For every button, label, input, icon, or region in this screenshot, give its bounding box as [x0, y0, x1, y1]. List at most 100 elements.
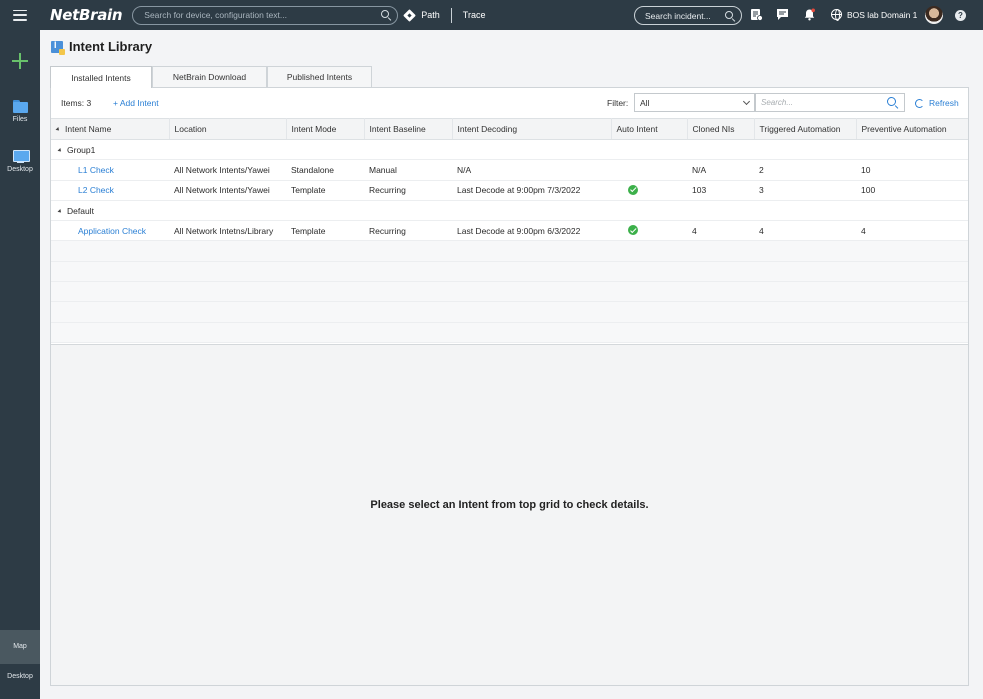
- intent-name-link[interactable]: Application Check: [51, 220, 169, 242]
- domain-label: BOS lab Domain 1: [847, 9, 918, 20]
- baseline-cell: Recurring: [364, 180, 452, 201]
- desktop-monitor-icon: [12, 150, 30, 163]
- sidebar-item-files[interactable]: Files: [0, 100, 40, 123]
- decoding-cell: Last Decode at 9:00pm 7/3/2022: [452, 180, 611, 201]
- sidebar-item-map[interactable]: Map: [0, 630, 40, 664]
- path-button[interactable]: Path: [403, 8, 440, 22]
- column-header-cloned-nis[interactable]: Cloned NIs: [687, 118, 755, 140]
- intent-name-link[interactable]: L1 Check: [51, 159, 169, 181]
- filter-label: Filter:: [607, 98, 629, 108]
- decoding-cell: Last Decode at 9:00pm 6/3/2022: [452, 220, 611, 242]
- user-avatar[interactable]: [925, 6, 943, 24]
- folder-icon: [12, 100, 28, 113]
- grid-search-input[interactable]: Search...: [755, 93, 905, 112]
- help-icon[interactable]: ?: [955, 10, 966, 21]
- location-cell: All Network Intents/Yawei: [169, 159, 286, 181]
- sidebar-item-bottom-desktop[interactable]: Desktop: [0, 670, 40, 699]
- incident-search-placeholder: Search incident...: [645, 10, 711, 21]
- items-count: Items: 3: [61, 98, 92, 108]
- location-cell: All Network Intents/Yawei: [169, 180, 286, 201]
- add-plus-icon[interactable]: [12, 53, 28, 69]
- tab-published-intents[interactable]: Published Intents: [267, 66, 372, 87]
- cloned-cell: 4: [687, 220, 754, 242]
- search-icon[interactable]: [381, 10, 391, 20]
- domain-selector[interactable]: BOS lab Domain 1: [831, 9, 918, 21]
- hamburger-menu-icon[interactable]: [0, 0, 40, 30]
- preventive-cell: 4: [856, 220, 968, 242]
- location-cell: All Network Intetns/Library: [169, 220, 286, 242]
- search-icon[interactable]: [887, 97, 899, 109]
- column-header-triggered-automation[interactable]: Triggered Automation: [754, 118, 857, 140]
- refresh-label: Refresh: [929, 98, 959, 108]
- trace-button[interactable]: Trace: [463, 10, 486, 20]
- left-sidebar: Files Desktop Map Desktop: [0, 30, 40, 699]
- empty-row: [51, 322, 968, 343]
- group-row-default[interactable]: Default: [51, 200, 968, 222]
- sidebar-item-label: Desktop: [7, 166, 33, 173]
- tab-netbrain-download[interactable]: NetBrain Download: [152, 66, 267, 87]
- sidebar-item-desktop[interactable]: Desktop: [0, 150, 40, 173]
- intent-name-link[interactable]: L2 Check: [51, 180, 169, 201]
- refresh-icon: [915, 98, 924, 108]
- preventive-cell: 100: [856, 180, 968, 201]
- globe-icon: [831, 9, 842, 21]
- group-label: Group1: [67, 144, 96, 155]
- intent-library-icon: [51, 40, 65, 55]
- column-header-location[interactable]: Location: [169, 118, 287, 140]
- grid-toolbar: Items: 3 + Add Intent Filter: All Search…: [51, 88, 968, 118]
- toolbar-divider: [450, 7, 452, 23]
- empty-row: [51, 301, 968, 323]
- preventive-cell: 10: [856, 159, 968, 181]
- decoding-cell: N/A: [452, 159, 611, 181]
- group-label: Default: [67, 205, 94, 216]
- grid-header-row: Intent Name Location Intent Mode Intent …: [51, 118, 968, 140]
- check-circle-icon: [628, 225, 638, 236]
- baseline-cell: Manual: [364, 159, 452, 181]
- table-row[interactable]: Application Check All Network Intetns/Li…: [51, 220, 968, 242]
- tab-bar: Installed Intents NetBrain Download Publ…: [50, 66, 372, 88]
- auto-intent-cell: [611, 220, 687, 242]
- empty-row: [51, 240, 968, 262]
- column-header-intent-baseline[interactable]: Intent Baseline: [364, 118, 453, 140]
- cloned-cell: 103: [687, 180, 754, 201]
- collapse-triangle-icon[interactable]: [57, 208, 63, 214]
- triggered-cell: 3: [754, 180, 856, 201]
- page-title: Intent Library: [69, 39, 153, 54]
- collapse-triangle-icon[interactable]: [57, 147, 63, 153]
- cloned-cell: N/A: [687, 159, 754, 181]
- triggered-cell: 2: [754, 159, 856, 181]
- column-header-auto-intent[interactable]: Auto Intent: [611, 118, 688, 140]
- table-row[interactable]: L2 Check All Network Intents/Yawei Templ…: [51, 180, 968, 201]
- chevron-down-icon: [742, 97, 751, 106]
- notification-bell-icon[interactable]: [803, 8, 816, 21]
- column-header-intent-mode[interactable]: Intent Mode: [286, 118, 365, 140]
- auto-intent-cell: [611, 180, 687, 201]
- column-header-preventive-automation[interactable]: Preventive Automation: [856, 118, 968, 140]
- runbook-icon[interactable]: [750, 8, 763, 21]
- check-circle-icon: [628, 184, 638, 195]
- column-header-intent-decoding[interactable]: Intent Decoding: [452, 118, 612, 140]
- filter-select[interactable]: All: [634, 93, 755, 112]
- incident-search-icon[interactable]: [725, 10, 735, 21]
- message-icon[interactable]: [776, 8, 789, 21]
- detail-empty-message: Please select an Intent from top grid to…: [370, 499, 649, 511]
- grid-search-placeholder: Search...: [761, 98, 794, 107]
- netbrain-logo[interactable]: NetBrain: [50, 6, 123, 24]
- incident-search-input[interactable]: Search incident...: [634, 6, 742, 25]
- page-header: Intent Library: [51, 39, 153, 55]
- intent-grid: Intent Name Location Intent Mode Intent …: [51, 118, 968, 343]
- sidebar-item-label: Files: [12, 116, 28, 123]
- group-row-group1[interactable]: Group1: [51, 139, 968, 161]
- table-row[interactable]: L1 Check All Network Intents/Yawei Stand…: [51, 159, 968, 181]
- column-header-intent-name[interactable]: Intent Name: [51, 118, 170, 140]
- global-search-input[interactable]: Search for device, configuration text...: [132, 5, 399, 25]
- add-intent-button[interactable]: + Add Intent: [113, 98, 159, 108]
- path-label: Path: [421, 10, 440, 20]
- empty-row: [51, 261, 968, 283]
- tab-installed-intents[interactable]: Installed Intents: [50, 66, 152, 88]
- global-search-placeholder: Search for device, configuration text...: [144, 10, 287, 20]
- triggered-cell: 4: [754, 220, 856, 242]
- refresh-button[interactable]: Refresh: [915, 98, 959, 108]
- filter-value: All: [640, 98, 650, 108]
- baseline-cell: Recurring: [364, 220, 452, 242]
